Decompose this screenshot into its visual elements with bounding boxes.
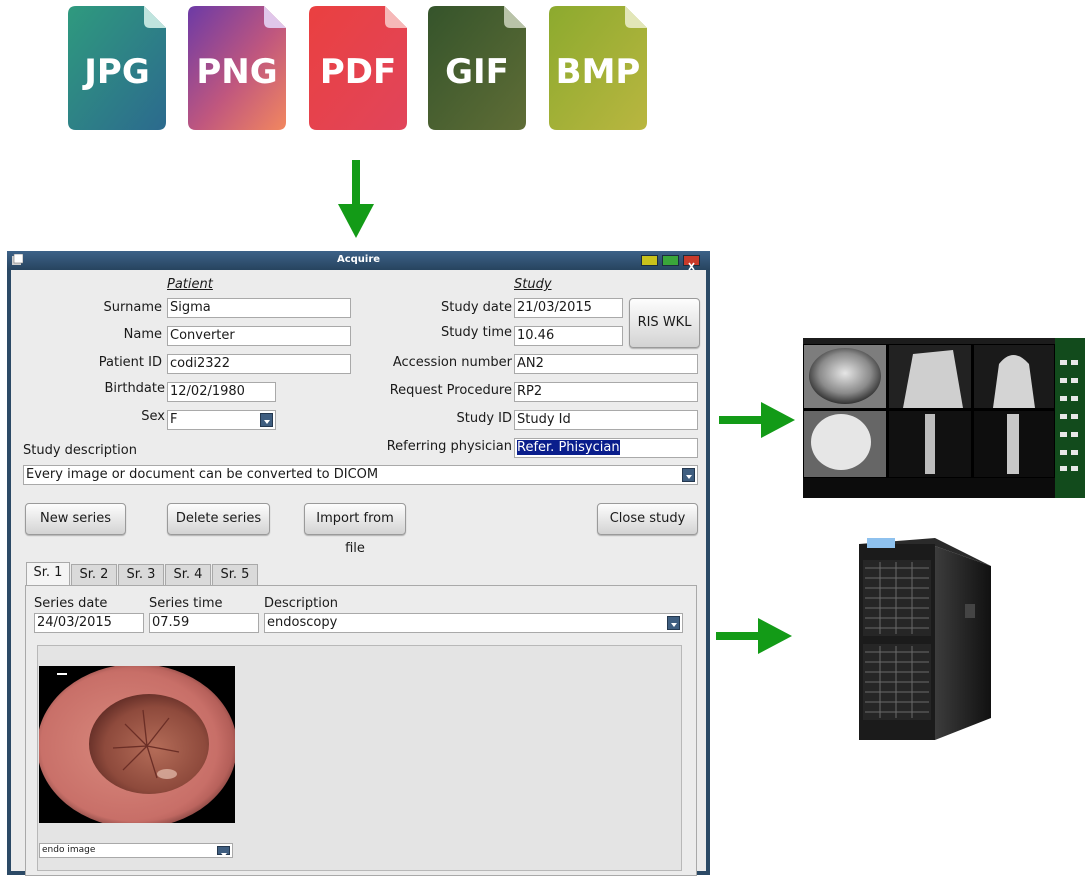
ris-wkl-button[interactable]: RIS WKL xyxy=(629,298,700,348)
pdf-file-icon: PDF xyxy=(309,6,407,130)
request-procedure-field[interactable]: RP2 xyxy=(514,382,698,402)
tab-sr-3[interactable]: Sr. 3 xyxy=(118,564,164,585)
study-date-label: Study date xyxy=(441,300,512,315)
close-window-button[interactable] xyxy=(683,255,700,271)
chevron-down-icon[interactable] xyxy=(260,413,273,427)
study-description-select[interactable]: Every image or document can be converted… xyxy=(23,465,698,485)
patient-id-label: Patient ID xyxy=(98,355,162,370)
series-date-field[interactable]: 24/03/2015 xyxy=(34,613,144,633)
surname-field[interactable]: Sigma xyxy=(167,298,351,318)
dicom-viewer-screenshot xyxy=(803,338,1085,498)
surname-label: Surname xyxy=(103,300,162,315)
study-heading: Study xyxy=(514,277,552,292)
chevron-down-icon[interactable] xyxy=(667,616,680,630)
name-label: Name xyxy=(123,327,162,342)
window-title: Acquire xyxy=(336,254,381,265)
study-description-value: Every image or document can be converted… xyxy=(26,467,379,482)
format-label: PDF xyxy=(319,52,397,92)
png-file-icon: PNG xyxy=(188,6,286,130)
format-label: BMP xyxy=(555,52,641,92)
tab-sr-2[interactable]: Sr. 2 xyxy=(71,564,117,585)
study-date-field[interactable]: 21/03/2015 xyxy=(514,298,623,318)
tab-sr-4[interactable]: Sr. 4 xyxy=(165,564,211,585)
referring-physician-label: Referring physician xyxy=(386,439,512,454)
study-description-label: Study description xyxy=(23,443,137,458)
image-caption-value: endo image xyxy=(42,845,96,855)
right-arrow-icon xyxy=(716,618,792,654)
xray-grid-image xyxy=(804,345,1054,477)
study-id-label: Study ID xyxy=(456,411,512,426)
study-id-field[interactable]: Study Id xyxy=(514,410,698,430)
maximize-button[interactable] xyxy=(662,255,679,266)
viewer-side-toolbar xyxy=(1055,338,1085,498)
format-label: GIF xyxy=(445,52,509,92)
close-study-button[interactable]: Close study xyxy=(597,503,698,535)
down-arrow-icon xyxy=(338,160,374,238)
endoscopy-image[interactable] xyxy=(39,666,235,823)
import-from-file-button[interactable]: Import from file xyxy=(304,503,406,556)
server-tower-icon xyxy=(859,538,991,740)
patient-heading: Patient xyxy=(167,277,213,292)
acquire-window: Acquire Patient Study Surname Sigma Name… xyxy=(7,251,710,876)
series-time-field[interactable]: 07.59 xyxy=(149,613,259,633)
gif-file-icon: GIF xyxy=(428,6,526,130)
tab-sr-5[interactable]: Sr. 5 xyxy=(212,564,258,585)
delete-series-button[interactable]: Delete series xyxy=(167,503,270,535)
viewer-thumbnail-strip xyxy=(803,478,1055,498)
study-time-field[interactable]: 10.46 xyxy=(514,326,623,346)
series-description-select[interactable]: endoscopy xyxy=(264,613,683,633)
image-area: endo image xyxy=(37,645,682,871)
right-arrow-icon xyxy=(719,402,795,438)
series-description-value: endoscopy xyxy=(267,615,338,630)
sex-value: F xyxy=(170,412,178,427)
image-caption-select[interactable]: endo image xyxy=(39,843,233,858)
chevron-down-icon[interactable] xyxy=(682,468,695,482)
accession-number-label: Accession number xyxy=(392,355,512,370)
viewer-tools-icon xyxy=(1060,360,1078,471)
sex-select[interactable]: F xyxy=(167,410,276,430)
series-date-label: Series date xyxy=(34,596,108,611)
birthdate-label: Birthdate xyxy=(104,381,165,396)
referring-physician-field[interactable]: Refer. Phisycian xyxy=(514,438,698,458)
jpg-file-icon: JPG xyxy=(68,6,166,130)
birthdate-field[interactable]: 12/02/1980 xyxy=(167,382,276,402)
format-label: PNG xyxy=(196,52,278,92)
minimize-button[interactable] xyxy=(641,255,658,266)
chevron-down-icon[interactable] xyxy=(217,846,230,857)
series-panel: Series date 24/03/2015 Series time 07.59… xyxy=(25,585,697,876)
study-time-label: Study time xyxy=(440,325,512,340)
acquire-form: Patient Study Surname Sigma Name Convert… xyxy=(11,270,706,876)
referring-physician-value: Refer. Phisycian xyxy=(517,440,620,455)
request-procedure-label: Request Procedure xyxy=(389,383,512,398)
tab-sr-1[interactable]: Sr. 1 xyxy=(26,562,70,585)
series-description-label: Description xyxy=(264,596,339,611)
accession-number-field[interactable]: AN2 xyxy=(514,354,698,374)
sex-label: Sex xyxy=(141,409,165,424)
name-field[interactable]: Converter xyxy=(167,326,351,346)
patient-id-field[interactable]: codi2322 xyxy=(167,354,351,374)
series-time-label: Series time xyxy=(149,596,223,611)
bmp-file-icon: BMP xyxy=(549,6,647,130)
title-bar[interactable]: Acquire xyxy=(7,251,710,271)
format-label: JPG xyxy=(84,52,150,92)
new-series-button[interactable]: New series xyxy=(25,503,126,535)
